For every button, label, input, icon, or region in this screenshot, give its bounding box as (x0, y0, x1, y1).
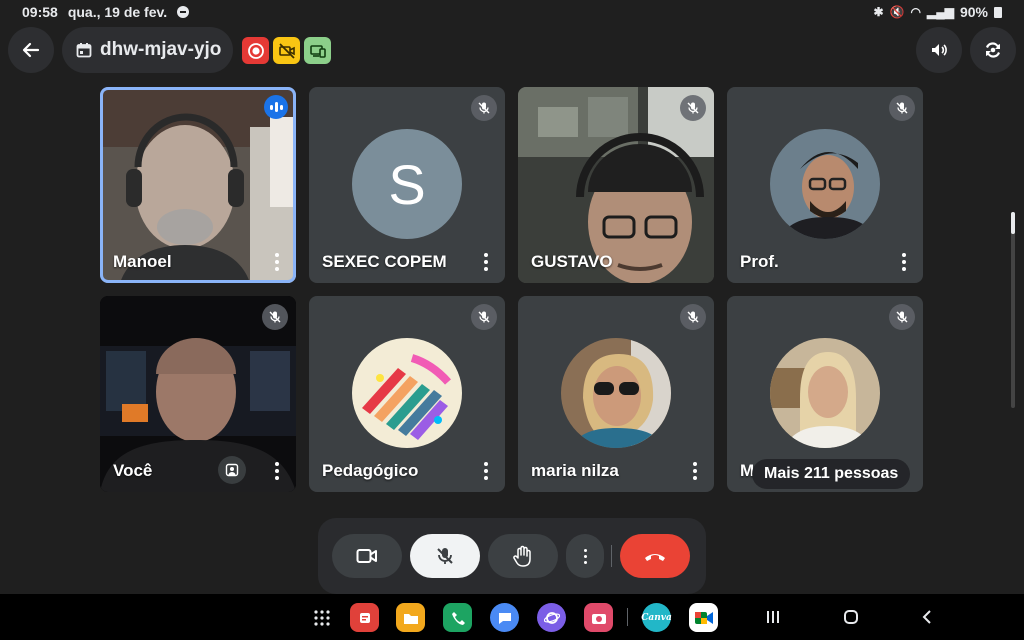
participant-tile[interactable]: Manoel (100, 87, 296, 283)
participant-tile[interactable]: Pedagógico (309, 296, 505, 492)
participant-options-button[interactable] (268, 460, 286, 482)
canva-label: Canva (641, 612, 672, 623)
system-back-button[interactable] (916, 606, 938, 628)
more-options-button[interactable] (566, 534, 604, 578)
recording-badge[interactable] (242, 37, 269, 64)
record-icon (247, 42, 264, 59)
avatar (352, 338, 462, 448)
effects-button[interactable] (218, 456, 246, 484)
hand-icon (513, 545, 531, 567)
grid-scrollbar[interactable] (1011, 212, 1015, 408)
mic-off-icon (471, 95, 497, 121)
avatar (561, 338, 671, 448)
meeting-status-badges (242, 37, 331, 64)
participant-name: SEXEC COPEM (322, 252, 447, 271)
participant-name: GUSTAVO (531, 252, 613, 271)
participant-tile[interactable]: Prof. (727, 87, 923, 283)
switch-camera-button[interactable] (970, 27, 1016, 73)
participant-tile[interactable]: maria nilza (518, 296, 714, 492)
avatar (770, 129, 880, 239)
avatar (770, 338, 880, 448)
participant-tile[interactable]: GUSTAVO (518, 87, 714, 283)
self-tile[interactable]: Você (100, 296, 296, 492)
meeting-top-bar: dhw-mjav-yjo (0, 26, 1024, 74)
system-nav-bar: Canva (0, 594, 1024, 640)
video-camera-icon (356, 549, 377, 563)
meet-app-icon[interactable] (689, 603, 718, 632)
status-time: 09:58 (22, 4, 58, 20)
speaker-button[interactable] (916, 27, 962, 73)
camera-off-icon (278, 42, 295, 59)
companion-mode-badge[interactable] (304, 37, 331, 64)
participant-options-button[interactable] (477, 251, 495, 273)
home-icon (844, 610, 858, 624)
mic-off-button[interactable] (410, 534, 480, 578)
home-button[interactable] (840, 606, 862, 628)
wifi-icon: ◠ (910, 5, 921, 19)
participant-options-button[interactable] (268, 251, 286, 273)
participant-options-button[interactable] (686, 460, 704, 482)
internet-app-icon[interactable] (537, 603, 566, 632)
bluetooth-icon: ✱ (873, 5, 884, 19)
chevron-left-icon (922, 610, 931, 624)
messages-app-icon[interactable] (490, 603, 519, 632)
hang-up-icon (645, 554, 665, 561)
mic-off-icon (680, 95, 706, 121)
more-participants-button[interactable]: Mais 211 pessoas (752, 459, 911, 489)
do-not-disturb-icon (177, 6, 190, 18)
status-date: qua., 19 de fev. (67, 4, 168, 20)
mic-off-icon (437, 548, 453, 564)
calendar-icon (76, 43, 92, 58)
leave-call-button[interactable] (620, 534, 690, 578)
battery-icon (994, 6, 1002, 18)
raise-hand-button[interactable] (488, 534, 558, 578)
dock-divider (627, 608, 628, 626)
signal-icon: ▂▄▆ (927, 5, 954, 19)
grid-scrollbar-thumb[interactable] (1011, 212, 1015, 234)
controls-divider (611, 545, 612, 567)
avatar-letter: S (388, 152, 426, 216)
arrow-left-icon (22, 42, 40, 58)
participant-name: Manoel (113, 252, 172, 271)
recent-apps-button[interactable] (762, 606, 784, 628)
recents-icon (767, 611, 779, 623)
canva-app-icon[interactable]: Canva (641, 603, 672, 632)
avatar: S (352, 129, 462, 239)
call-controls (318, 518, 706, 594)
participant-options-button[interactable] (895, 251, 913, 273)
apps-drawer-icon[interactable] (307, 603, 336, 632)
speaking-indicator (264, 95, 288, 119)
back-button[interactable] (8, 27, 54, 73)
participant-name: Você (113, 461, 153, 480)
camera-off-badge[interactable] (273, 37, 300, 64)
meeting-info-button[interactable]: dhw-mjav-yjo (62, 27, 234, 73)
mic-off-icon (262, 304, 288, 330)
mic-off-icon (889, 95, 915, 121)
meet-screen: 09:58 qua., 19 de fev. ✱ 🔇 ◠ ▂▄▆ 90% dhw… (0, 0, 1024, 640)
phone-app-icon[interactable] (443, 603, 472, 632)
status-bar: 09:58 qua., 19 de fev. ✱ 🔇 ◠ ▂▄▆ 90% (0, 0, 1024, 24)
devices-icon (309, 44, 326, 58)
participant-name: Pedagógico (322, 461, 419, 480)
camera-button[interactable] (332, 534, 402, 578)
mic-off-icon (471, 304, 497, 330)
participant-tile[interactable]: S SEXEC COPEM (309, 87, 505, 283)
more-participants-label: Mais 211 pessoas (764, 465, 899, 482)
app-red-icon[interactable] (350, 603, 379, 632)
battery-percent: 90% (959, 4, 988, 20)
effects-icon (225, 463, 239, 477)
participant-name: maria nilza (531, 461, 619, 480)
files-app-icon[interactable] (396, 603, 425, 632)
camera-flip-icon (986, 42, 1000, 58)
participant-options-button[interactable] (477, 460, 495, 482)
mic-off-icon (680, 304, 706, 330)
camera-app-icon[interactable] (584, 603, 613, 632)
mute-icon: 🔇 (889, 5, 905, 19)
speaker-icon (932, 44, 947, 56)
meeting-code: dhw-mjav-yjo (100, 39, 222, 60)
participant-name: Prof. (740, 252, 779, 271)
mic-off-icon (889, 304, 915, 330)
